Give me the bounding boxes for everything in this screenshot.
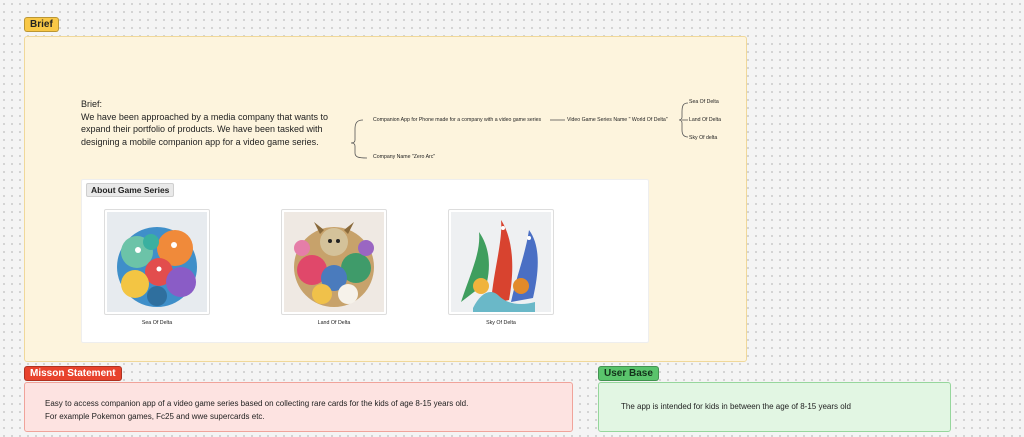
dragon-collage-icon (451, 212, 551, 312)
user-base-tag[interactable]: User Base (598, 366, 659, 381)
beast-collage-icon (284, 212, 384, 312)
about-game-series-card[interactable]: About Game Series Sea Of Delta Land Of D… (81, 179, 649, 343)
main-branch-brace (350, 119, 368, 159)
about-game-series-title: About Game Series (86, 183, 175, 197)
user-base-text[interactable]: The app is intended for kids in between … (621, 400, 941, 413)
game-card-sea[interactable]: Sea Of Delta (104, 209, 214, 326)
sky-dragon-collage-image[interactable] (448, 209, 554, 315)
mindmap-node-game-sea[interactable]: Sea Of Delta (689, 99, 719, 105)
mindmap-node-series-name[interactable]: Video Game Series Name " World Of Delta" (567, 117, 668, 123)
game-caption-sea: Sea Of Delta (141, 320, 173, 326)
brief-section-tag[interactable]: Brief (24, 17, 59, 32)
mission-line-2: For example Pokemon games, Fc25 and wwe … (45, 412, 265, 421)
mindmap-node-game-sky[interactable]: Sky Of delta (689, 135, 717, 141)
mindmap-node-companion-app[interactable]: Companion App for Phone made for a compa… (373, 117, 541, 123)
mindmap-node-game-land[interactable]: Land Of Delta (689, 117, 721, 123)
mission-statement-frame[interactable]: Easy to access companion app of a video … (24, 382, 573, 432)
game-caption-land: Land Of Delta (317, 320, 351, 326)
land-beast-collage-image[interactable] (281, 209, 387, 315)
mindmap-node-company-name[interactable]: Company Name "Zero Arc" (373, 154, 435, 160)
mission-statement-text[interactable]: Easy to access companion app of a video … (45, 397, 555, 423)
brief-section-frame[interactable]: Brief: We have been approached by a medi… (24, 36, 747, 362)
game-card-land[interactable]: Land Of Delta (281, 209, 391, 326)
game-card-sky[interactable]: Sky Of Delta (448, 209, 558, 326)
mission-line-1: Easy to access companion app of a video … (45, 399, 469, 408)
monster-collage-icon (107, 212, 207, 312)
game-caption-sky: Sky Of Delta (486, 320, 516, 326)
mission-statement-tag[interactable]: Misson Statement (24, 366, 122, 381)
sea-monster-collage-image[interactable] (104, 209, 210, 315)
user-base-frame[interactable]: The app is intended for kids in between … (598, 382, 951, 432)
